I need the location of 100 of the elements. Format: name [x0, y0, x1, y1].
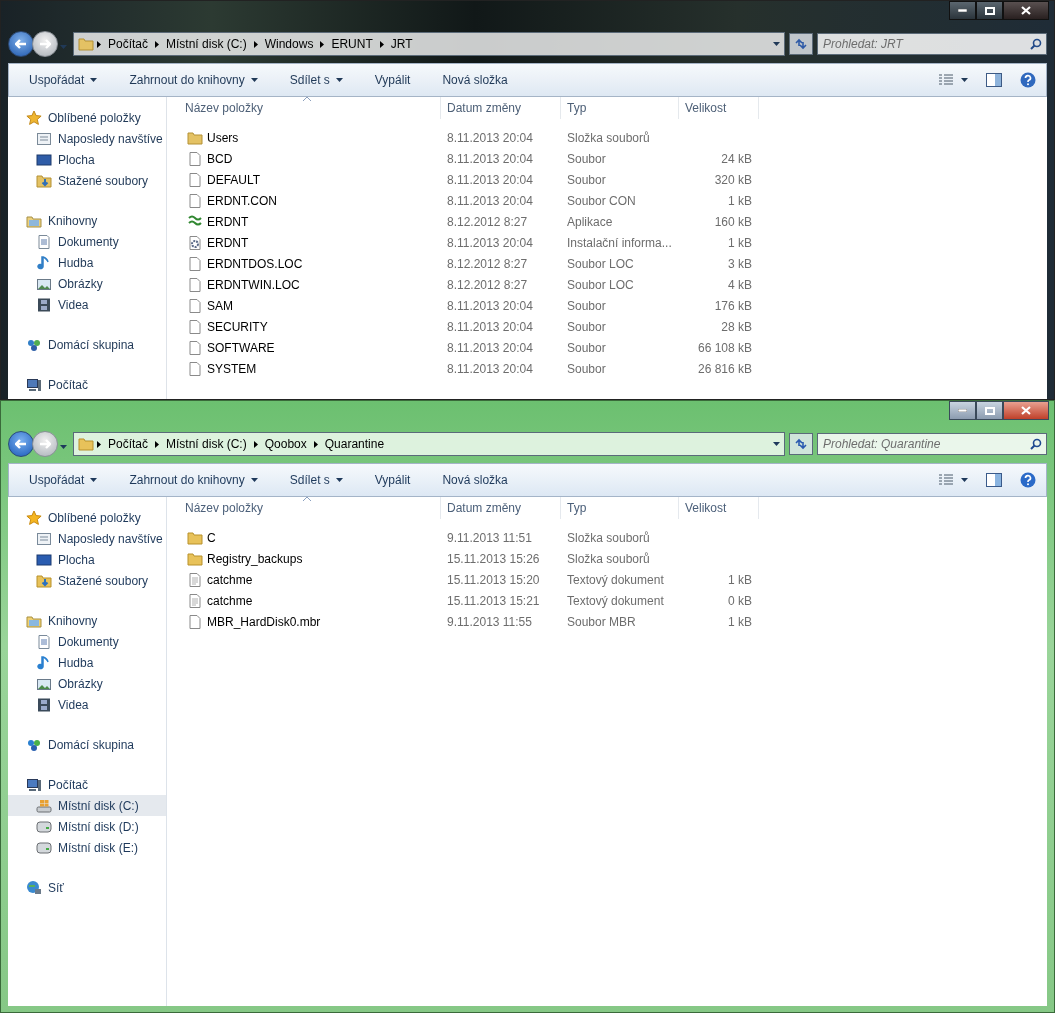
column-header[interactable]: Velikost [679, 497, 759, 519]
drive-icon [36, 818, 52, 835]
navigation-item[interactable]: Počítač [8, 374, 166, 395]
search-field[interactable]: Prohledat: JRT [817, 33, 1047, 55]
column-header[interactable]: Datum změny [441, 97, 561, 119]
toolbar-button[interactable]: Zahrnout do knihovny [121, 469, 266, 491]
refresh-button[interactable] [789, 433, 813, 455]
file-row[interactable]: ERDNT 8.12.2012 8:27 Aplikace 160 kB [179, 211, 1047, 232]
minimize-icon [958, 9, 967, 12]
toolbar-button[interactable]: Uspořádat [21, 469, 106, 491]
maximize-button[interactable] [976, 1, 1003, 20]
file-icon [187, 339, 203, 356]
navigation-item[interactable]: Plocha [8, 149, 166, 170]
file-name: ERDNTWIN.LOC [207, 277, 300, 292]
back-arrow-icon [15, 439, 27, 449]
navigation-item[interactable]: Naposledy navštíve [8, 128, 166, 149]
navigation-item[interactable]: Hudba [8, 652, 166, 673]
file-row[interactable]: catchme 15.11.2013 15:21 Textový dokument 0 kB [179, 590, 1047, 611]
file-row[interactable]: SYSTEM 8.11.2013 20:04 Soubor 26 816 kB [179, 358, 1047, 379]
file-row[interactable]: SAM 8.11.2013 20:04 Soubor 176 kB [179, 295, 1047, 316]
navigation-item[interactable]: Knihovny [8, 210, 166, 231]
minimize-button[interactable] [949, 401, 976, 420]
close-button[interactable] [1003, 1, 1049, 20]
navigation-item[interactable]: Domácí skupina [8, 334, 166, 355]
navigation-item[interactable]: Videa [8, 694, 166, 715]
help-button[interactable] [1018, 70, 1038, 90]
navigation-item[interactable]: Domácí skupina [8, 734, 166, 755]
breadcrumb-item[interactable]: Počítač [104, 437, 153, 451]
breadcrumb-item[interactable]: Místní disk (C:) [162, 37, 251, 51]
column-header[interactable]: Velikost [679, 97, 759, 119]
view-options-button[interactable] [937, 472, 970, 488]
navigation-item[interactable]: Stažené soubory [8, 570, 166, 591]
column-header[interactable]: Název položky [179, 497, 441, 519]
navigation-item[interactable]: Naposledy navštíve [8, 528, 166, 549]
toolbar-button[interactable]: Sdílet s [281, 469, 351, 491]
breadcrumb-item[interactable]: Počítač [104, 37, 153, 51]
help-icon [1020, 72, 1036, 88]
navigation-item[interactable]: Knihovny [8, 610, 166, 631]
toolbar-button[interactable]: Vypálit [366, 469, 419, 491]
search-field[interactable]: Prohledat: Quarantine [817, 433, 1047, 455]
toolbar-button[interactable]: Uspořádat [21, 69, 106, 91]
back-button[interactable] [8, 31, 34, 57]
breadcrumb-item[interactable]: JRT [386, 37, 417, 51]
maximize-button[interactable] [976, 401, 1003, 420]
breadcrumb-item[interactable]: Windows [260, 37, 318, 51]
file-row[interactable]: Users 8.11.2013 20:04 Složka souborů [179, 127, 1047, 148]
breadcrumb-item[interactable]: ERUNT [327, 37, 377, 51]
computer-icon [26, 376, 42, 393]
column-header[interactable]: Datum změny [441, 497, 561, 519]
file-row[interactable]: BCD 8.11.2013 20:04 Soubor 24 kB [179, 148, 1047, 169]
file-row[interactable]: ERDNT.CON 8.11.2013 20:04 Soubor CON 1 kB [179, 190, 1047, 211]
navigation-item[interactable]: Stažené soubory [8, 170, 166, 191]
close-button[interactable] [1003, 401, 1049, 420]
preview-pane-button[interactable] [984, 471, 1004, 489]
navigation-item[interactable]: Plocha [8, 549, 166, 570]
file-row[interactable]: C 9.11.2013 11:51 Složka souborů [179, 527, 1047, 548]
navigation-item[interactable]: Obrázky [8, 273, 166, 294]
toolbar-button[interactable]: Nová složka [434, 469, 516, 491]
navigation-item[interactable]: Dokumenty [8, 231, 166, 252]
navigation-item[interactable]: Počítač [8, 774, 166, 795]
navigation-item[interactable]: Síť [8, 877, 166, 898]
file-row[interactable]: DEFAULT 8.11.2013 20:04 Soubor 320 kB [179, 169, 1047, 190]
navigation-item[interactable]: Videa [8, 294, 166, 315]
column-header[interactable]: Typ [561, 97, 679, 119]
file-row[interactable]: SECURITY 8.11.2013 20:04 Soubor 28 kB [179, 316, 1047, 337]
file-row[interactable]: Registry_backups 15.11.2013 15:26 Složka souborů [179, 548, 1047, 569]
navigation-item[interactable]: Oblíbené položky [8, 107, 166, 128]
navigation-item[interactable]: Dokumenty [8, 631, 166, 652]
toolbar-button[interactable]: Sdílet s [281, 69, 351, 91]
breadcrumb-item[interactable]: Quarantine [320, 437, 389, 451]
navigation-item[interactable]: Hudba [8, 252, 166, 273]
file-row[interactable]: catchme 15.11.2013 15:20 Textový dokument 1 kB [179, 569, 1047, 590]
address-bar[interactable]: Počítač Místní disk (C:) Qoobox Quarantine [73, 432, 785, 456]
breadcrumb-item[interactable]: Qoobox [260, 437, 311, 451]
help-button[interactable] [1018, 470, 1038, 490]
breadcrumb-item[interactable]: Místní disk (C:) [162, 437, 251, 451]
view-options-button[interactable] [937, 72, 970, 88]
back-button[interactable] [8, 431, 34, 457]
toolbar-button[interactable]: Zahrnout do knihovny [121, 69, 266, 91]
address-bar[interactable]: Počítač Místní disk (C:) Windows ERUNT JRT [73, 32, 785, 56]
forward-button[interactable] [32, 31, 58, 57]
preview-pane-button[interactable] [984, 71, 1004, 89]
column-header[interactable]: Typ [561, 497, 679, 519]
navigation-item[interactable]: Obrázky [8, 673, 166, 694]
navigation-item[interactable]: Oblíbené položky [8, 507, 166, 528]
navigation-item[interactable]: Místní disk (C:) [8, 795, 166, 816]
toolbar-button[interactable]: Vypálit [366, 69, 419, 91]
refresh-button[interactable] [789, 33, 813, 55]
navigation-item[interactable]: Místní disk (D:) [8, 816, 166, 837]
column-header[interactable]: Název položky [179, 97, 441, 119]
file-name: catchme [207, 593, 253, 608]
navigation-item[interactable]: Místní disk (E:) [8, 837, 166, 858]
file-row[interactable]: ERDNTDOS.LOC 8.12.2012 8:27 Soubor LOC 3 kB [179, 253, 1047, 274]
file-row[interactable]: MBR_HardDisk0.mbr 9.11.2013 11:55 Soubor MBR 1 kB [179, 611, 1047, 632]
file-row[interactable]: ERDNT 8.11.2013 20:04 Instalační informa... 1 kB [179, 232, 1047, 253]
file-row[interactable]: SOFTWARE 8.11.2013 20:04 Soubor 66 108 kB [179, 337, 1047, 358]
minimize-button[interactable] [949, 1, 976, 20]
type-cell-text: Textový dokument [566, 572, 665, 587]
toolbar-button[interactable]: Nová složka [434, 69, 516, 91]
file-row[interactable]: ERDNTWIN.LOC 8.12.2012 8:27 Soubor LOC 4 kB [179, 274, 1047, 295]
